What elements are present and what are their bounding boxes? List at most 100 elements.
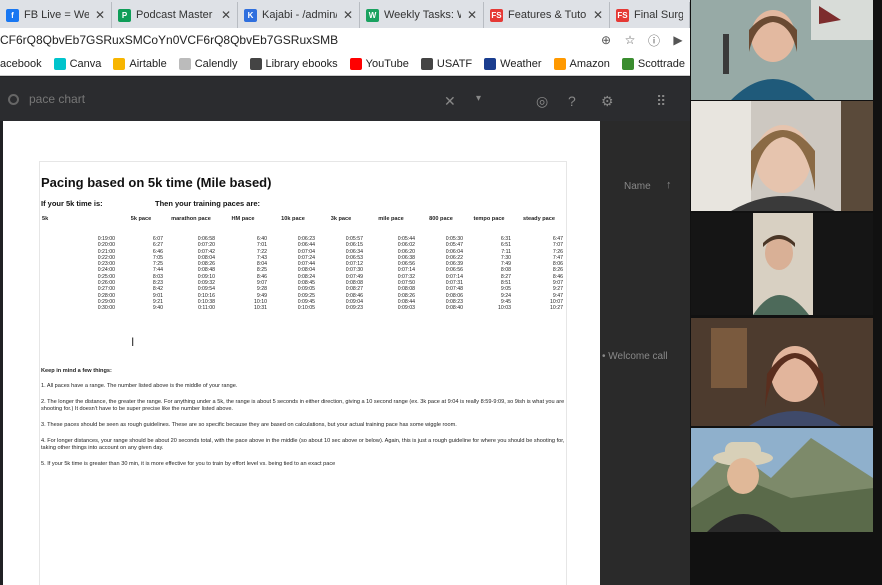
tab-favicon-icon: P [118, 8, 131, 22]
tab-favicon-icon: W [366, 8, 379, 22]
bookmark-label: USATF [436, 57, 473, 70]
bookmark-label: Amazon [569, 57, 610, 70]
tab-title: FB Live = Welcom [24, 9, 89, 21]
pace-table: 5k 5k pace marathon pace HM pace 10k pace 3k … [41, 216, 565, 312]
notes-heading: Keep in mind a few things: [41, 368, 112, 374]
column-header: 5k [42, 216, 49, 222]
tab-3[interactable]: K Kajabi - /admin/o ✕ [238, 2, 360, 28]
tab-favicon-icon: FS [616, 8, 629, 22]
apps-grid-icon[interactable]: ⠿ [656, 93, 666, 110]
video-tile-5 [691, 428, 873, 532]
bookmark-2[interactable]: Canva [53, 57, 102, 70]
address-url[interactable]: CF6rQ8QbvEb7GSRuxSMCoYn0VCF6rQ8QbvEb7GSR… [0, 33, 594, 47]
table-cell: 0:30:00 [97, 305, 115, 312]
clear-search-icon[interactable]: ✕ [444, 93, 456, 110]
table-row: 0:30:00 9:40 0:11:00 10:31 0:10:05 0:09:23 0:0… [41, 305, 565, 311]
tab-close-icon[interactable]: ✕ [221, 8, 231, 22]
tab-close-icon[interactable]: ✕ [467, 8, 477, 22]
table-cell: 10:31 [254, 305, 267, 312]
bookmark-8[interactable]: Weather [484, 57, 542, 70]
video-tile-2 [691, 101, 873, 211]
tab-6[interactable]: FS Final Surge - [610, 2, 690, 28]
tab-1[interactable]: f FB Live = Welcom ✕ [0, 2, 112, 28]
bookmarks-bar: acebook Canva Airtable Calendly Library eboo… [0, 52, 690, 76]
column-header: marathon pace [171, 216, 211, 222]
table-cell: 10:27 [550, 305, 563, 312]
bookmark-favicon-icon [113, 57, 126, 70]
bookmark-favicon-icon [621, 57, 634, 70]
bookmark-favicon-icon [53, 57, 66, 70]
tab-2[interactable]: P Podcast Master S ✕ [112, 2, 238, 28]
tab-favicon-icon: FS [490, 8, 503, 22]
tab-favicon-icon: K [244, 8, 257, 22]
search-box[interactable]: pace chart [8, 92, 85, 106]
bookmark-10[interactable]: Scottrade [621, 57, 685, 70]
text-cursor-icon: I [131, 335, 135, 349]
help-icon[interactable]: ? [568, 93, 576, 109]
bookmark-label: Calendly [194, 57, 238, 70]
video-tile-3 [691, 213, 873, 315]
tab-title: Weekly Tasks: We [384, 9, 461, 21]
table-cell: 0:10:05 [297, 305, 315, 312]
column-header: 3k pace [330, 216, 352, 222]
participant-4-video [691, 318, 873, 426]
bookmark-3[interactable]: Airtable [113, 57, 167, 70]
tab-close-icon[interactable]: ✕ [343, 8, 353, 22]
name-column-header[interactable]: Name [624, 181, 651, 192]
bookmark-favicon-icon [249, 57, 262, 70]
column-header: HM pace [231, 216, 255, 222]
column-header: 800 pace [429, 216, 453, 222]
column-header: steady pace [522, 216, 556, 222]
column-header: 10k pace [281, 216, 305, 222]
bookmark-label: Canva [69, 57, 102, 70]
notes-section: Keep in mind a few things: 1. All paces … [41, 368, 565, 477]
search-options-icon[interactable]: ▾ [476, 93, 481, 104]
participant-2-video [691, 101, 873, 211]
tab-5[interactable]: FS Features & Tutori ✕ [484, 2, 610, 28]
bookmark-label: Airtable [129, 57, 167, 70]
file-welcome-call[interactable]: • Welcome call [602, 351, 668, 362]
document-title: Pacing based on 5k time (Mile based) [41, 175, 272, 190]
column-header: tempo pace [473, 216, 505, 222]
bookmark-favicon-icon [178, 57, 191, 70]
note-item: 4. For longer distances, your range shou… [41, 438, 565, 451]
search-icon [8, 94, 19, 106]
bookmark-favicon-icon [349, 57, 362, 70]
note-item: 1. All paces have a range. The number li… [41, 383, 238, 389]
info-icon[interactable]: ⓘ [642, 32, 666, 49]
bookmark-label: Weather [500, 57, 542, 70]
tab-title: Podcast Master S [136, 9, 215, 21]
search-text: pace chart [29, 92, 86, 106]
if-label: If your 5k time is: [41, 199, 103, 208]
participant-5-video [691, 428, 873, 532]
column-header: mile pace [378, 216, 404, 222]
bookmark-label: acebook [0, 57, 42, 70]
extension-icon[interactable]: ▶ [666, 33, 690, 47]
install-icon[interactable]: ⊕ [594, 33, 618, 47]
note-item: 2. The longer the distance, the greater … [41, 399, 565, 412]
bookmark-1[interactable]: acebook [0, 58, 42, 70]
table-header-row: 5k 5k pace marathon pace HM pace 10k pace 3k … [41, 216, 565, 236]
tab-close-icon[interactable]: ✕ [593, 8, 603, 22]
bookmark-6[interactable]: YouTube [349, 57, 409, 70]
bookmark-5[interactable]: Library ebooks [249, 57, 338, 70]
address-bar[interactable]: CF6rQ8QbvEb7GSRuxSMCoYn0VCF6rQ8QbvEb7GSR… [0, 28, 690, 52]
bookmark-4[interactable]: Calendly [178, 57, 238, 70]
bookmark-9[interactable]: Amazon [553, 57, 610, 70]
tab-4[interactable]: W Weekly Tasks: We ✕ [360, 2, 484, 28]
bookmark-favicon-icon [553, 57, 566, 70]
bookmark-7[interactable]: USATF [420, 57, 473, 70]
then-label: Then your training paces are: [155, 199, 261, 208]
bookmark-favicon-icon [484, 57, 497, 70]
status-icon[interactable]: ◎ [536, 93, 548, 110]
tab-favicon-icon: f [6, 8, 19, 22]
sort-arrow-icon[interactable]: ↑ [666, 179, 672, 191]
bookmark-favicon-icon [420, 57, 433, 70]
tab-close-icon[interactable]: ✕ [95, 8, 105, 22]
browser-window: f FB Live = Welcom ✕ P Podcast Master S ✕ K Kaj… [0, 0, 690, 585]
video-tile-1 [691, 0, 873, 100]
video-tile-4 [691, 318, 873, 426]
star-icon[interactable]: ☆ [618, 33, 642, 47]
table-cell: 0:09:23 [345, 305, 363, 312]
settings-icon[interactable]: ⚙ [601, 93, 614, 110]
